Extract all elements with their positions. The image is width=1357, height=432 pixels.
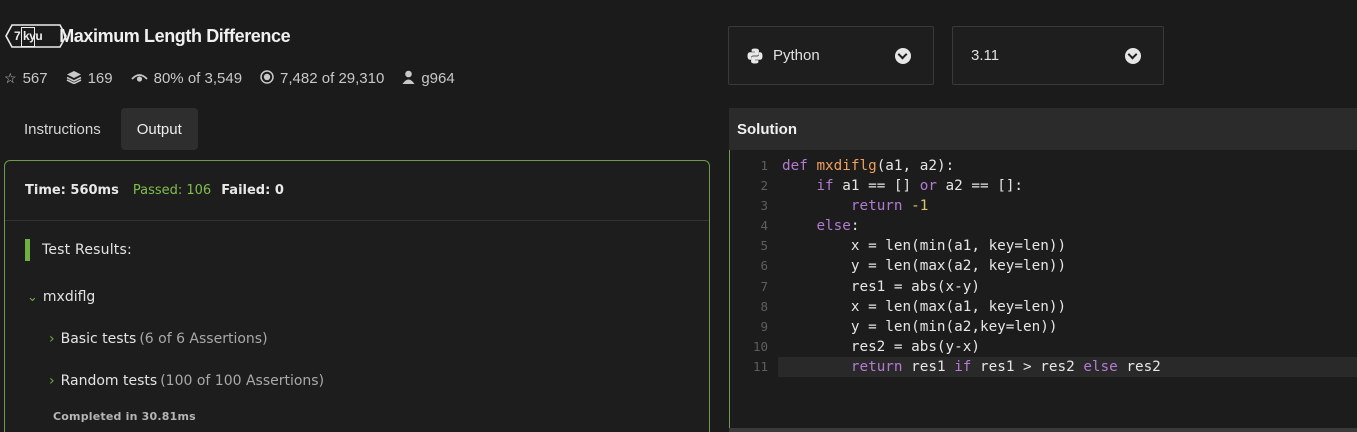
line-number: 5 xyxy=(760,238,768,254)
line-number: 2 xyxy=(760,178,768,194)
editor-scrollbar[interactable] xyxy=(729,428,1357,432)
completed-stat: 7,482 of 29,310 xyxy=(260,70,384,87)
code-line[interactable]: x = len(max(a1, key=len)) xyxy=(782,297,1357,317)
left-tabs: Instructions Output xyxy=(8,108,198,150)
test-case-basic[interactable]: › Basic tests (6 of 6 Assertions) xyxy=(49,331,268,347)
tab-output[interactable]: Output xyxy=(120,108,198,150)
failed-count: Failed: 0 xyxy=(221,183,284,198)
solution-label: Solution xyxy=(737,120,797,138)
version-select[interactable]: 3.11 xyxy=(952,26,1164,85)
completed-time: Completed in 30.81ms xyxy=(53,410,196,423)
code-line[interactable]: y = len(min(a2,key=len)) xyxy=(782,317,1357,337)
suite-name: mxdiflg xyxy=(42,289,96,305)
test-case-random[interactable]: › Random tests (100 of 100 Assertions) xyxy=(49,373,324,389)
star-icon: ☆ xyxy=(4,70,17,86)
satisfaction-percent: 80% xyxy=(153,70,184,87)
eye-icon xyxy=(130,71,148,87)
left-panel: 7 kyu Maximum Length Difference ☆ 567 16… xyxy=(0,0,718,432)
rank-badge: 7 kyu xyxy=(5,24,67,48)
test-results-label: Test Results: xyxy=(42,242,132,258)
chevron-right-icon: › xyxy=(49,331,55,347)
line-number: 9 xyxy=(760,318,768,334)
collections-count: 169 xyxy=(87,70,113,87)
results-accent-bar xyxy=(25,239,30,261)
version-value: 3.11 xyxy=(971,47,1000,64)
tab-instructions[interactable]: Instructions xyxy=(8,108,117,150)
line-number: 10 xyxy=(752,338,768,354)
layers-icon xyxy=(66,70,82,87)
case-name: Random tests xyxy=(60,373,158,389)
kata-stats: ☆ 567 169 80% of 3,549 7,482 of 29,310 g… xyxy=(4,70,473,87)
kata-title[interactable]: Maximum Length Difference xyxy=(59,26,290,47)
collections-stat[interactable]: 169 xyxy=(66,70,113,87)
code-line-active[interactable]: return res1 if res1 > res2 else res2 xyxy=(778,356,1357,378)
language-select[interactable]: Python xyxy=(728,26,934,85)
code-line[interactable]: else: xyxy=(782,216,1357,236)
line-number: 3 xyxy=(760,198,768,214)
chevron-down-icon xyxy=(1125,48,1141,64)
author-stat[interactable]: g964 xyxy=(402,70,455,87)
attempted-count: of 29,310 xyxy=(321,70,385,87)
code-editor[interactable]: 1 2 3 4 5 6 7 8 9 10 11 def mxdiflg(a1, … xyxy=(729,150,1357,432)
test-results-heading: Test Results: xyxy=(25,239,132,261)
code-line[interactable]: return -1 xyxy=(782,196,1357,216)
kata-header: 7 kyu Maximum Length Difference xyxy=(5,24,291,48)
line-number: 4 xyxy=(760,218,768,234)
code-line[interactable]: res1 = abs(x-y) xyxy=(782,277,1357,297)
language-value: Python xyxy=(773,47,820,64)
satisfaction-votes: of 3,549 xyxy=(187,70,243,87)
suite-toggle[interactable]: ⌄ mxdiflg xyxy=(27,289,95,305)
line-number: 11 xyxy=(752,358,768,374)
line-number: 8 xyxy=(760,298,768,314)
python-icon xyxy=(747,48,763,64)
case-assertions: (100 of 100 Assertions) xyxy=(160,373,325,389)
chevron-right-icon: › xyxy=(49,373,55,389)
output-summary: Time: 560ms Passed: 106 Failed: 0 xyxy=(5,161,709,221)
author-name: g964 xyxy=(421,70,455,87)
right-panel: Python 3.11 Solution 1 2 3 4 5 6 7 8 9 1… xyxy=(718,0,1357,432)
user-icon xyxy=(402,70,415,87)
completed-count: 7,482 xyxy=(280,70,318,87)
target-icon xyxy=(260,70,274,87)
output-panel: Time: 560ms Passed: 106 Failed: 0 Test R… xyxy=(4,160,710,432)
code-line[interactable]: def mxdiflg(a1, a2): xyxy=(782,156,1357,176)
rank-label: 7 kyu xyxy=(14,29,43,43)
chevron-down-icon: ⌄ xyxy=(27,290,38,305)
line-number: 7 xyxy=(760,278,768,294)
case-assertions: (6 of 6 Assertions) xyxy=(139,331,268,347)
line-number: 1 xyxy=(760,158,768,173)
passed-count: Passed: 106 xyxy=(132,183,212,198)
code-line[interactable]: y = len(max(a2, key=len)) xyxy=(782,256,1357,276)
chevron-down-icon xyxy=(895,48,911,64)
line-numbers: 1 2 3 4 5 6 7 8 9 10 11 xyxy=(730,156,768,377)
code-lines[interactable]: def mxdiflg(a1, a2): if a1 == [] or a2 =… xyxy=(778,156,1357,378)
solution-header: Solution xyxy=(729,108,1357,150)
code-line[interactable]: res2 = abs(y-x) xyxy=(782,337,1357,357)
run-time: Time: 560ms xyxy=(25,183,119,198)
code-line[interactable]: x = len(min(a1, key=len)) xyxy=(782,236,1357,256)
code-line[interactable]: if a1 == [] or a2 == []: xyxy=(782,176,1357,196)
line-number: 6 xyxy=(760,258,768,274)
stars-count: 567 xyxy=(22,70,48,87)
satisfaction-stat: 80% of 3,549 xyxy=(130,70,243,87)
case-name: Basic tests xyxy=(60,331,137,347)
stars-stat[interactable]: ☆ 567 xyxy=(4,70,48,87)
